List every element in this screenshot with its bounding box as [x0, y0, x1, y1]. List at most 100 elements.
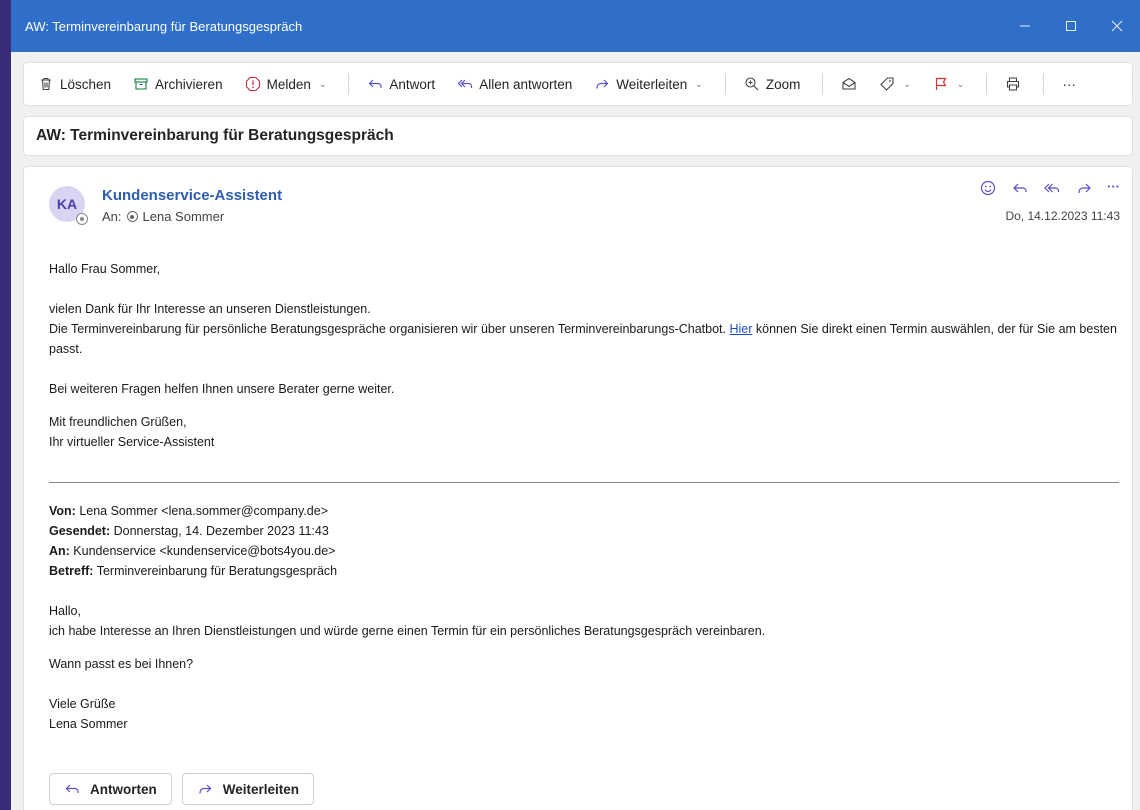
- zoom-label: Zoom: [765, 76, 801, 92]
- zoom-icon: [745, 77, 759, 91]
- title-bar: AW: Terminvereinbarung für Beratungsgesp…: [11, 0, 1140, 52]
- sent-label: Gesendet:: [49, 524, 111, 538]
- quote-divider: [49, 482, 1119, 483]
- quoted-line: Wann passt es bei Ihnen?: [49, 657, 194, 671]
- quoted-header: Von: Lena Sommer <lena.sommer@company.de…: [49, 501, 1119, 581]
- toolbar-divider: [724, 73, 726, 95]
- flag-button[interactable]: ⌄: [933, 76, 965, 92]
- booking-link[interactable]: Hier: [729, 322, 752, 336]
- window-title: AW: Terminvereinbarung für Beratungsgesp…: [25, 18, 303, 34]
- forward-button[interactable]: Weiterleiten ⌄: [594, 76, 703, 92]
- forward-footer-label: Weiterleiten: [222, 781, 300, 797]
- reply-arrow-icon: [369, 79, 383, 88]
- closing-block: Mit freundlichen Grüßen, Ihr virtueller …: [49, 412, 1119, 452]
- reply-all-arrow-icon: [1044, 183, 1060, 193]
- forward-footer-button[interactable]: Weiterleiten: [181, 773, 315, 805]
- signature: Ihr virtueller Service-Assistent: [49, 435, 215, 449]
- close-icon: [1111, 20, 1123, 32]
- reply-footer-label: Antworten: [90, 781, 157, 797]
- tag-chevron-down-icon[interactable]: ⌄: [903, 79, 911, 90]
- trash-icon: [41, 77, 51, 91]
- recipient-line: An: Lena Sommer: [102, 209, 224, 224]
- envelope-open-icon: [842, 77, 856, 90]
- forward-chevron-down-icon[interactable]: ⌄: [695, 79, 703, 90]
- body-paragraph: vielen Dank für Ihr Interesse an unseren…: [49, 299, 1119, 359]
- minimize-button[interactable]: [1002, 0, 1048, 52]
- subject-text: AW: Terminvereinbarung für Beratungsgesp…: [36, 127, 394, 144]
- report-button[interactable]: Melden ⌄: [245, 76, 327, 92]
- to-label: An:: [49, 544, 70, 558]
- message-actions: ···: [979, 179, 1120, 202]
- flag-chevron-down-icon[interactable]: ⌄: [957, 79, 965, 90]
- report-label: Melden: [266, 76, 311, 92]
- toolbar-divider: [986, 73, 988, 95]
- message-pane: KA Kundenservice-Assistent An: Lena Somm…: [23, 166, 1133, 810]
- message-reply-button[interactable]: [1011, 179, 1029, 202]
- reply-button[interactable]: Antwort: [367, 76, 435, 92]
- closing: Mit freundlichen Grüßen,: [49, 415, 187, 429]
- command-toolbar: Löschen Archivieren Melden ⌄ Antwort All…: [23, 62, 1133, 106]
- body-line: Die Terminvereinbarung für persönliche B…: [49, 322, 730, 336]
- body-line: Bei weiteren Fragen helfen Ihnen unsere …: [49, 382, 395, 396]
- reply-buttons: Antworten Weiterleiten: [49, 773, 315, 805]
- to-label: An:: [102, 209, 122, 224]
- forward-label: Weiterleiten: [616, 76, 688, 92]
- sender-name[interactable]: Kundenservice-Assistent: [102, 187, 282, 204]
- reply-arrow-icon: [1013, 183, 1027, 193]
- forward-arrow-icon: [596, 79, 609, 89]
- reply-arrow-icon: [65, 784, 79, 793]
- report-shield-icon: [245, 76, 260, 92]
- tag-icon: [880, 77, 894, 91]
- categorize-button[interactable]: ⌄: [879, 76, 911, 92]
- recipient-status-icon: [126, 211, 138, 222]
- message-forward-button[interactable]: [1075, 179, 1093, 202]
- reply-all-button[interactable]: Allen antworten: [457, 76, 572, 92]
- quoted-closing: Viele Grüße: [49, 697, 116, 711]
- message-date: Do, 14.12.2023 11:43: [1005, 209, 1120, 223]
- subject-value: Terminvereinbarung für Beratungsgespräch: [93, 564, 338, 578]
- archive-icon: [134, 78, 148, 90]
- flag-icon: [935, 77, 947, 90]
- quoted-text: Hallo, ich habe Interesse an Ihren Diens…: [49, 601, 1119, 641]
- reply-label: Antwort: [389, 76, 436, 92]
- more-actions-button[interactable]: ···: [1062, 77, 1076, 92]
- greeting: Hallo Frau Sommer,: [49, 262, 161, 276]
- close-button[interactable]: [1094, 0, 1140, 52]
- quoted-closing-block: Viele Grüße Lena Sommer: [49, 694, 1119, 734]
- from-value: Lena Sommer <lena.sommer@company.de>: [75, 504, 329, 518]
- delete-button[interactable]: Löschen: [38, 76, 111, 92]
- smiley-icon: [980, 180, 996, 196]
- from-label: Von:: [49, 504, 76, 518]
- printer-icon: [1007, 77, 1020, 91]
- report-chevron-down-icon[interactable]: ⌄: [319, 79, 327, 90]
- archive-label: Archivieren: [155, 76, 223, 92]
- body-line: vielen Dank für Ihr Interesse an unseren…: [49, 302, 371, 316]
- minimize-icon: [1020, 25, 1030, 27]
- zoom-button[interactable]: Zoom: [744, 76, 801, 92]
- message-more-button[interactable]: ···: [1107, 179, 1120, 202]
- toolbar-divider: [822, 73, 824, 95]
- delete-label: Löschen: [60, 76, 112, 92]
- mark-read-button[interactable]: [841, 76, 857, 92]
- quoted-message: Von: Lena Sommer <lena.sommer@company.de…: [49, 501, 1119, 734]
- quoted-line: ich habe Interesse an Ihren Dienstleistu…: [49, 624, 766, 638]
- archive-button[interactable]: Archivieren: [133, 76, 223, 92]
- maximize-icon: [1066, 21, 1076, 31]
- sent-value: Donnerstag, 14. Dezember 2023 11:43: [110, 524, 329, 538]
- message-reply-all-button[interactable]: [1043, 179, 1061, 202]
- recipient-name[interactable]: Lena Sommer: [143, 209, 225, 224]
- mail-window: AW: Terminvereinbarung für Beratungsgesp…: [11, 0, 1140, 810]
- print-button[interactable]: [1005, 76, 1021, 92]
- to-value: Kundenservice <kundenservice@bots4you.de…: [69, 544, 336, 558]
- subject-header: AW: Terminvereinbarung für Beratungsgesp…: [23, 116, 1133, 156]
- presence-status-icon: [76, 213, 88, 225]
- reply-footer-button[interactable]: Antworten: [49, 773, 172, 805]
- emoji-reaction-button[interactable]: [979, 179, 997, 202]
- quoted-signature: Lena Sommer: [49, 717, 128, 731]
- avatar-initials: KA: [56, 196, 78, 212]
- forward-arrow-icon: [199, 784, 212, 794]
- more-icon: ···: [1062, 76, 1076, 92]
- maximize-button[interactable]: [1048, 0, 1094, 52]
- reply-all-arrow-icon: [457, 79, 473, 88]
- quoted-greeting: Hallo,: [49, 604, 81, 618]
